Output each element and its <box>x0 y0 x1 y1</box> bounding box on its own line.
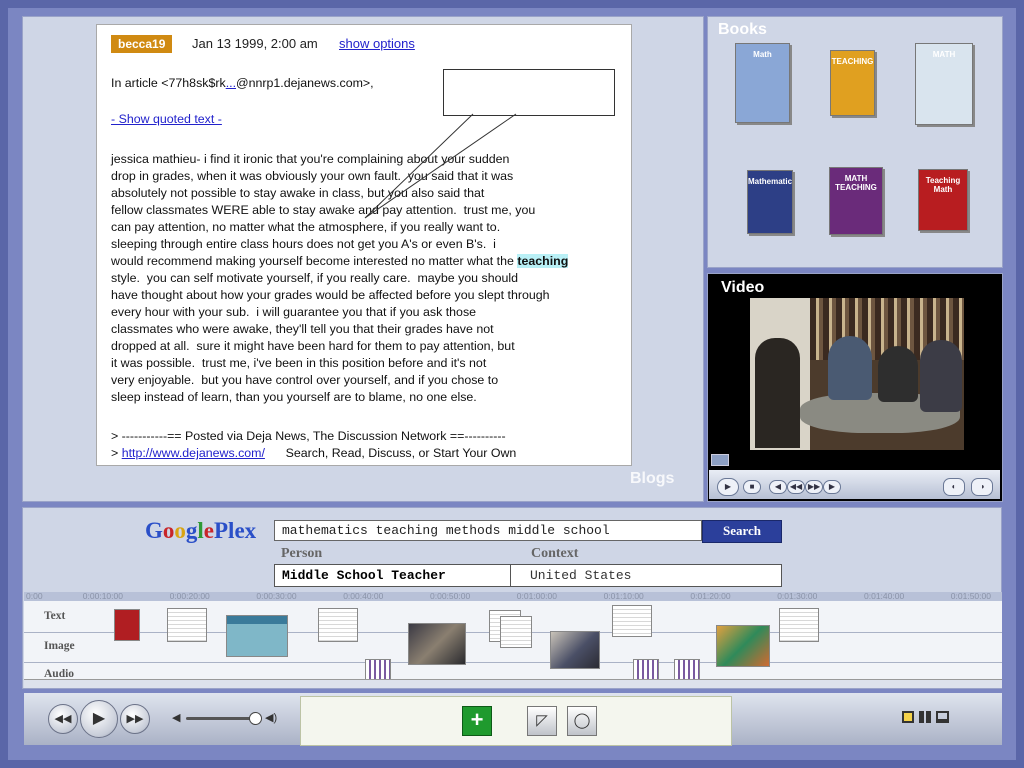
logo-letter: o <box>174 518 186 543</box>
books-pane-title: Books <box>718 21 767 38</box>
annotation-callout[interactable] <box>443 69 615 116</box>
video-controls: ▶ ■ ◀ ◀◀ ▶▶ ▶ ◐ ◑ <box>709 470 1000 499</box>
post-date: Jan 13 1999, 2:00 am <box>192 36 318 51</box>
show-quoted-text-link[interactable]: - Show quoted text - <box>111 112 222 126</box>
video-menu-icon[interactable] <box>711 454 729 466</box>
rewind-icon[interactable]: ◀◀ <box>48 704 78 734</box>
timeline-text-item[interactable] <box>167 608 207 642</box>
book-cover[interactable]: Mathematics <box>747 170 793 234</box>
book-cover[interactable]: Teaching Math <box>918 169 968 231</box>
ruler-tick-label: 0:00:10:00 <box>82 591 123 601</box>
article-id-link[interactable]: ... <box>226 76 236 90</box>
book-cover[interactable]: TEACHING <box>830 50 875 116</box>
ruler-tick-label: 0:01:50:00 <box>950 591 991 601</box>
video-volume-icon[interactable]: ◑ <box>971 478 993 496</box>
logo-letter: Plex <box>214 518 257 543</box>
action-box: + ◸ ◯ <box>300 696 732 746</box>
volume-low-icon: ◀ <box>172 712 181 724</box>
logo-letter: g <box>185 518 198 543</box>
context-label: Context <box>531 546 579 561</box>
book-cover[interactable]: MATH <box>915 43 973 125</box>
footer-suffix: Search, Read, Discuss, or Start Your Own <box>264 446 517 460</box>
show-options-link[interactable]: show options <box>339 36 415 51</box>
person-field[interactable]: Middle School Teacher <box>275 565 511 586</box>
post-body-text-continued: style. you can self motivate yourself, i… <box>111 271 550 404</box>
video-prev-icon[interactable]: ◀ <box>769 480 787 494</box>
post-footer-line2: > http://www.dejanews.com/ Search, Read,… <box>111 445 516 462</box>
video-next-icon[interactable]: ▶ <box>823 480 841 494</box>
person-figure <box>920 340 962 412</box>
timeline-text-item[interactable] <box>779 608 819 642</box>
search-input[interactable]: mathematics teaching methods middle scho… <box>274 520 702 541</box>
comment-icon[interactable]: ◸ <box>527 706 557 736</box>
timeline-image-item[interactable] <box>716 625 770 667</box>
search-query-text: mathematics teaching methods middle scho… <box>282 523 610 538</box>
ruler-tick-label: 0:00:30:00 <box>256 591 297 601</box>
article-line-suffix: @nnrp1.dejanews.com>, <box>236 76 374 90</box>
timeline-tracks: Text Image Audio <box>24 601 1002 685</box>
person-label: Person <box>281 546 323 561</box>
volume-high-icon: ◀) <box>265 712 278 724</box>
ruler-tick-label: 0:01:20:00 <box>690 591 731 601</box>
googleplex-logo: GooglePlex <box>145 518 256 544</box>
timeline-book-item[interactable] <box>114 609 140 641</box>
timeline-text-item[interactable] <box>612 605 652 637</box>
context-field[interactable]: United States <box>512 565 780 586</box>
timeline-web-item[interactable] <box>226 615 288 657</box>
person-figure <box>755 338 800 448</box>
timeline-image-item[interactable] <box>408 623 466 665</box>
video-screen[interactable] <box>750 298 964 450</box>
ruler-tick-label: 0:00:50:00 <box>430 591 471 601</box>
volume-slider-handle[interactable] <box>249 712 262 725</box>
ruler-tick-label: 0:01:00:00 <box>516 591 557 601</box>
fast-forward-icon[interactable]: ▶▶ <box>120 704 150 734</box>
person-context-row: Middle School Teacher United States <box>274 564 782 587</box>
blogs-pane-title: Blogs <box>630 470 675 487</box>
ruler-tick-label: 0:01:40:00 <box>864 591 905 601</box>
logo-letter: e <box>203 518 214 543</box>
callout-pointer <box>364 113 517 219</box>
logo-letter: G <box>145 518 163 543</box>
ruler-tick-label: 0:01:30:00 <box>777 591 818 601</box>
video-mute-icon[interactable]: ◐ <box>943 478 965 496</box>
ruler-tick-label: 0:00:40:00 <box>343 591 384 601</box>
person-figure <box>828 336 872 400</box>
article-line-prefix: In article <77h8sk$rk <box>111 76 226 90</box>
person-figure <box>878 346 918 402</box>
timeline-image-item[interactable] <box>550 631 600 669</box>
ruler-tick-label: 0:01:10:00 <box>603 591 644 601</box>
footer-prefix: > <box>111 446 122 460</box>
timeline-text-item[interactable] <box>318 608 358 642</box>
ruler-tick-label: 0:00 <box>26 591 43 601</box>
video-pane-title: Video <box>721 279 765 296</box>
video-rewind-icon[interactable]: ◀◀ <box>787 480 805 494</box>
video-play-icon[interactable]: ▶ <box>717 478 739 496</box>
layout-grid-icon[interactable] <box>919 711 931 723</box>
video-forward-icon[interactable]: ▶▶ <box>805 480 823 494</box>
book-cover[interactable]: MATH TEACHING <box>829 167 883 235</box>
layout-single-icon[interactable] <box>902 711 914 723</box>
timeline-text-item[interactable] <box>500 616 532 648</box>
highlighted-term: teaching <box>517 254 569 268</box>
track-label-text: Text <box>44 610 66 622</box>
add-icon[interactable]: + <box>462 706 492 736</box>
track-divider <box>24 662 1002 663</box>
annotation-icon[interactable]: ◯ <box>567 706 597 736</box>
logo-letter: o <box>162 518 175 543</box>
play-icon[interactable]: ▶ <box>80 700 118 738</box>
video-stop-icon[interactable]: ■ <box>743 480 761 494</box>
book-cover[interactable]: Math <box>735 43 790 123</box>
timeline-ruler[interactable]: 0:00 0:00:10:00 0:00:20:00 0:00:30:00 0:00:4… <box>24 591 1002 601</box>
post-footer-line1: > -----------== Posted via Deja News, Th… <box>111 429 506 443</box>
track-label-image: Image <box>44 640 75 652</box>
ruler-tick-label: 0:00:20:00 <box>169 591 210 601</box>
timeline-scrollbar[interactable] <box>24 679 1002 688</box>
presentation-icon[interactable] <box>936 711 949 723</box>
article-line: In article <77h8sk$rk...@nnrp1.dejanews.… <box>111 75 374 92</box>
dejanews-link[interactable]: http://www.dejanews.com/ <box>122 446 265 460</box>
author-badge[interactable]: becca19 <box>111 35 173 53</box>
search-button[interactable]: Search <box>702 520 782 543</box>
